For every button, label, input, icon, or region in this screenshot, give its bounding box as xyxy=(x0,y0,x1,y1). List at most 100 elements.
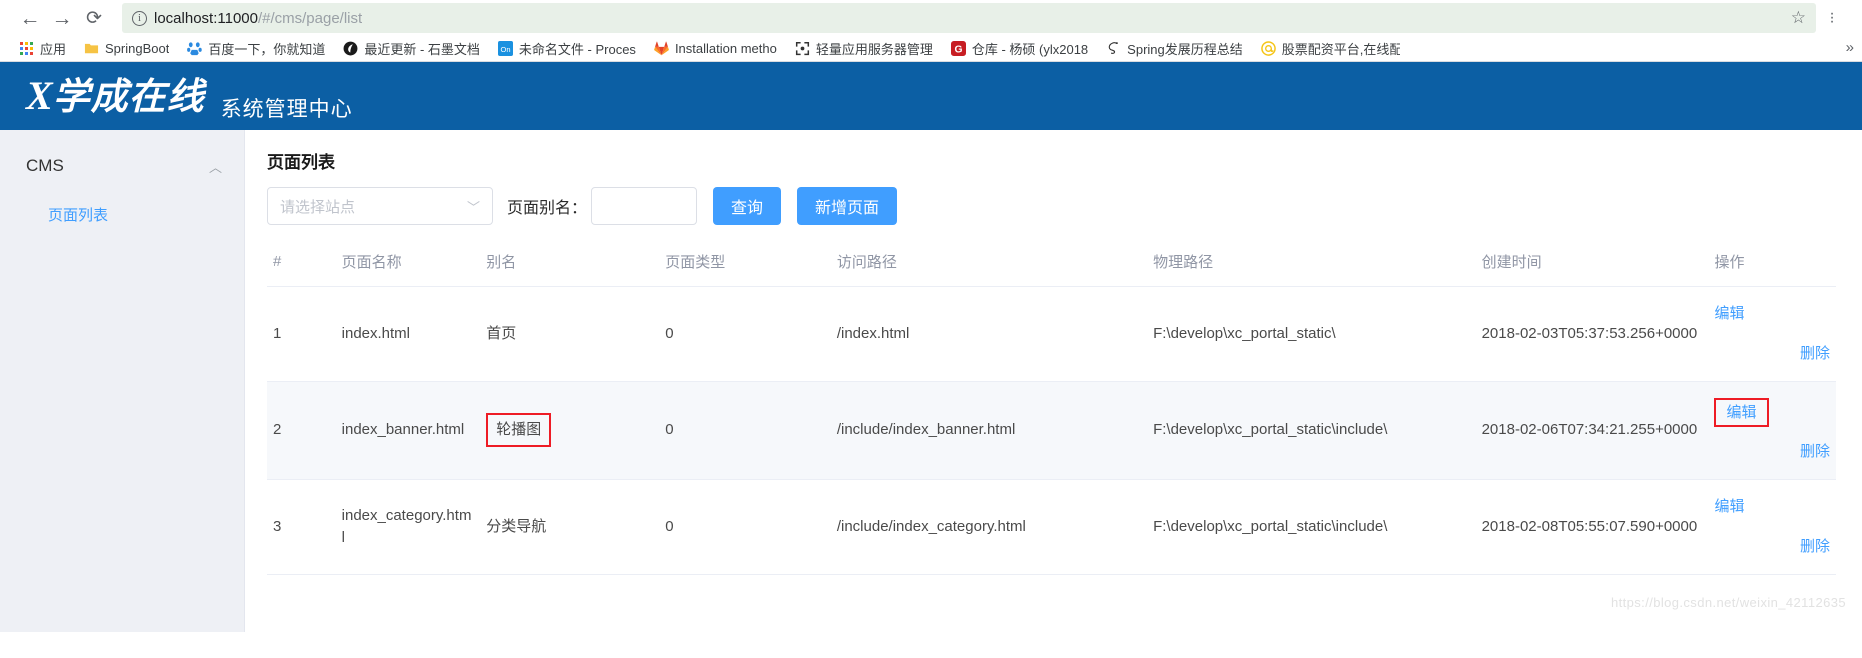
app-window: ← → ⟳ i localhost:11000/#/cms/page/list … xyxy=(0,0,1862,632)
cell-physical: F:\develop\xc_portal_static\include\ xyxy=(1147,479,1476,575)
alias-input[interactable] xyxy=(591,187,698,225)
table-row[interactable]: 3 index_category.html 分类导航 0 /include/in… xyxy=(267,479,1836,575)
chevron-up-icon[interactable]: ︿ xyxy=(209,157,222,176)
svg-text:G: G xyxy=(954,44,962,55)
edit-link-highlighted[interactable]: 编辑 xyxy=(1714,397,1830,428)
col-created: 创建时间 xyxy=(1475,241,1709,287)
col-physical: 物理路径 xyxy=(1147,241,1476,287)
bookmark-label: 百度一下，你就知道 xyxy=(208,42,326,57)
bookmark-label: 仓库 - 杨硕 (ylx2018 xyxy=(971,42,1089,57)
bookmark-processon[interactable]: On 未命名文件 - Proces xyxy=(489,39,645,58)
back-icon[interactable]: ← xyxy=(14,2,46,34)
bookmark-baidu[interactable]: 百度一下，你就知道 xyxy=(178,39,334,58)
alias-text: 首页 xyxy=(486,324,517,342)
sidebar-group-label: CMS xyxy=(26,156,64,175)
bookmark-apps[interactable]: 应用 xyxy=(10,39,75,58)
reload-icon[interactable]: ⟳ xyxy=(78,2,110,34)
bookmark-spring[interactable]: Spring发展历程总结 xyxy=(1097,39,1252,58)
cell-type: 0 xyxy=(659,381,831,480)
delete-link[interactable]: 删除 xyxy=(1714,343,1830,365)
sidebar-item-page-list[interactable]: 页面列表 xyxy=(0,194,244,235)
cell-path: /index.html xyxy=(830,286,1148,382)
bookmark-label: 轻量应用服务器管理 xyxy=(815,42,933,57)
url-host: localhost:11000 xyxy=(154,9,258,27)
edit-link[interactable]: 编辑 xyxy=(1714,496,1830,518)
cell-path: /include/index_category.html xyxy=(830,479,1148,575)
bookmark-springboot[interactable]: SpringBoot xyxy=(75,41,178,56)
forward-icon[interactable]: → xyxy=(46,2,78,34)
on-icon: On xyxy=(497,41,513,56)
spring-icon xyxy=(1108,42,1118,54)
cell-index: 2 xyxy=(267,381,336,480)
bookmark-label: 最近更新 - 石墨文档 xyxy=(364,42,480,57)
bookmark-label: SpringBoot xyxy=(105,41,170,56)
table-row[interactable]: 1 index.html 首页 0 /index.html F:\develop… xyxy=(267,286,1836,382)
bookmark-shimo[interactable]: 最近更新 - 石墨文档 xyxy=(334,39,489,58)
bookmark-label: 应用 xyxy=(40,42,67,57)
table-header-row: # 页面名称 别名 页面类型 访问路径 物理路径 创建时间 操作 xyxy=(267,241,1836,287)
address-bar[interactable]: i localhost:11000/#/cms/page/list ☆ xyxy=(122,3,1816,33)
app-logo[interactable]: X 学成在线 xyxy=(26,76,205,116)
cell-created: 2018-02-06T07:34:21.255+0000 xyxy=(1475,381,1709,480)
bookmarks-bar: 应用 SpringBoot 百度一下，你就知道 最近更新 - 石墨文档 On 未… xyxy=(0,36,1862,62)
delete-link[interactable]: 删除 xyxy=(1714,441,1830,463)
cell-type: 0 xyxy=(659,479,831,575)
g-icon: G xyxy=(950,41,966,56)
bookmarks-overflow-icon[interactable]: » xyxy=(1846,39,1854,56)
filter-bar: 请选择站点 ﹀ 页面别名： 查询 新增页面 xyxy=(267,187,1836,225)
table-row[interactable]: 2 index_banner.html 轮播图 0 /include/index… xyxy=(267,381,1836,480)
cell-path: /include/index_banner.html xyxy=(830,381,1148,480)
cell-alias: 分类导航 xyxy=(480,479,660,575)
folder-icon xyxy=(84,43,99,54)
edit-link[interactable]: 编辑 xyxy=(1714,397,1769,428)
kebab-menu-icon[interactable]: · · · xyxy=(1816,2,1848,34)
app-header: X 学成在线 系统管理中心 xyxy=(0,62,1862,130)
search-button[interactable]: 查询 xyxy=(713,187,782,225)
col-index: # xyxy=(267,241,336,287)
alias-label: 页面别名： xyxy=(507,200,588,217)
col-alias: 别名 xyxy=(480,241,660,287)
page-body: CMS ︿ 页面列表 页面列表 请选择站点 ﹀ 页面别名： 查询 新增页面 # … xyxy=(0,130,1862,632)
alias-text: 分类导航 xyxy=(486,517,547,535)
bookmark-stock[interactable]: 股票配资平台,在线配 xyxy=(1252,39,1409,58)
omnibox-actions: ☆ xyxy=(1781,8,1806,28)
cell-name: index_banner.html xyxy=(335,381,481,480)
at-icon xyxy=(1260,41,1276,56)
main-content: 页面列表 请选择站点 ﹀ 页面别名： 查询 新增页面 # 页面名称 别名 页面类… xyxy=(245,130,1862,632)
add-page-button[interactable]: 新增页面 xyxy=(797,187,898,225)
chevron-down-icon[interactable]: ﹀ xyxy=(467,197,480,216)
baidu-icon xyxy=(187,42,203,56)
col-type: 页面类型 xyxy=(659,241,831,287)
apps-grid-icon xyxy=(19,41,34,56)
app-subtitle: 系统管理中心 xyxy=(220,98,353,121)
col-path: 访问路径 xyxy=(830,241,1148,287)
bookmark-label: Spring发展历程总结 xyxy=(1127,42,1243,57)
table-head: # 页面名称 别名 页面类型 访问路径 物理路径 创建时间 操作 xyxy=(267,241,1836,287)
site-select-placeholder: 请选择站点 xyxy=(280,198,356,216)
browser-toolbar: ← → ⟳ i localhost:11000/#/cms/page/list … xyxy=(0,0,1862,36)
browser-chrome: ← → ⟳ i localhost:11000/#/cms/page/list … xyxy=(0,0,1862,62)
bookmark-label: 未命名文件 - Proces xyxy=(518,42,636,57)
bookmark-server-mgmt[interactable]: 轻量应用服务器管理 xyxy=(786,39,942,58)
sidebar-item-label: 页面列表 xyxy=(48,207,109,224)
shimo-icon xyxy=(343,41,358,56)
cell-name: index_category.html xyxy=(335,479,481,575)
alias-text-highlighted: 轮播图 xyxy=(486,413,552,448)
col-actions: 操作 xyxy=(1708,241,1836,287)
url-path: /#/cms/page/list xyxy=(257,9,363,27)
bookmark-star-icon[interactable]: ☆ xyxy=(1791,8,1806,28)
sidebar: CMS ︿ 页面列表 xyxy=(0,130,245,632)
cell-alias: 首页 xyxy=(480,286,660,382)
cell-alias: 轮播图 xyxy=(480,381,660,480)
site-info-icon[interactable]: i xyxy=(132,10,147,26)
cell-index: 1 xyxy=(267,286,336,382)
cell-created: 2018-02-03T05:37:53.256+0000 xyxy=(1475,286,1709,382)
bookmark-gitee[interactable]: G 仓库 - 杨硕 (ylx2018 xyxy=(942,39,1097,58)
cell-physical: F:\develop\xc_portal_static\ xyxy=(1147,286,1476,382)
edit-link[interactable]: 编辑 xyxy=(1714,303,1830,325)
sidebar-group-cms[interactable]: CMS ︿ xyxy=(0,138,244,194)
delete-link[interactable]: 删除 xyxy=(1714,536,1830,558)
gitlab-icon xyxy=(654,41,669,56)
site-select[interactable]: 请选择站点 ﹀ xyxy=(267,187,493,225)
bookmark-gitlab[interactable]: Installation metho xyxy=(645,41,786,56)
